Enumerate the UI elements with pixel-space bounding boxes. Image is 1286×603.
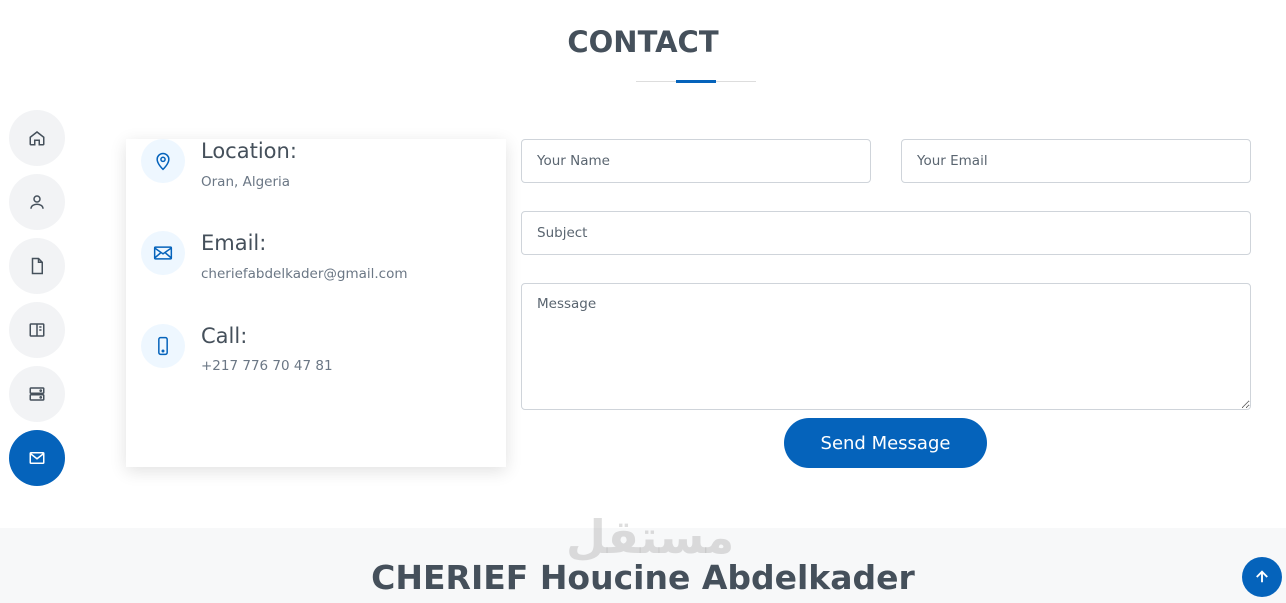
section-title: CONTACT	[567, 25, 719, 59]
arrow-up-icon	[1256, 570, 1268, 583]
info-email-value: cheriefabdelkader@gmail.com	[201, 266, 408, 282]
envelope-icon	[141, 231, 185, 275]
title-accent-bar	[676, 80, 716, 83]
info-location-title: Location:	[201, 139, 297, 163]
info-call-title: Call:	[201, 324, 248, 348]
nav-services-button[interactable]	[9, 366, 65, 422]
nav-portfolio-button[interactable]	[9, 302, 65, 358]
home-icon	[29, 131, 45, 146]
map-pin-icon	[141, 139, 185, 183]
send-message-button[interactable]: Send Message	[784, 418, 987, 468]
info-email-title: Email:	[201, 231, 267, 255]
side-nav	[9, 110, 65, 494]
back-to-top-button[interactable]	[1242, 557, 1282, 597]
email-input[interactable]	[901, 139, 1251, 183]
file-icon	[31, 257, 43, 275]
contact-info-card: Location: Oran, Algeria Email: cheriefab…	[126, 139, 506, 467]
nav-about-button[interactable]	[9, 174, 65, 230]
message-textarea[interactable]	[521, 283, 1251, 410]
phone-icon	[141, 324, 185, 368]
subject-input[interactable]	[521, 211, 1251, 255]
footer: CHERIEF Houcine Abdelkader	[0, 528, 1286, 603]
info-location-value: Oran, Algeria	[201, 174, 291, 190]
footer-name: CHERIEF Houcine Abdelkader	[371, 558, 915, 597]
person-icon	[30, 195, 44, 209]
nav-resume-button[interactable]	[9, 238, 65, 294]
server-icon	[29, 387, 45, 401]
envelope-icon	[29, 452, 45, 464]
info-call-value: +217 776 70 47 81	[201, 358, 333, 374]
name-input[interactable]	[521, 139, 871, 183]
nav-contact-button[interactable]	[9, 430, 65, 486]
book-icon	[29, 323, 45, 337]
nav-home-button[interactable]	[9, 110, 65, 166]
